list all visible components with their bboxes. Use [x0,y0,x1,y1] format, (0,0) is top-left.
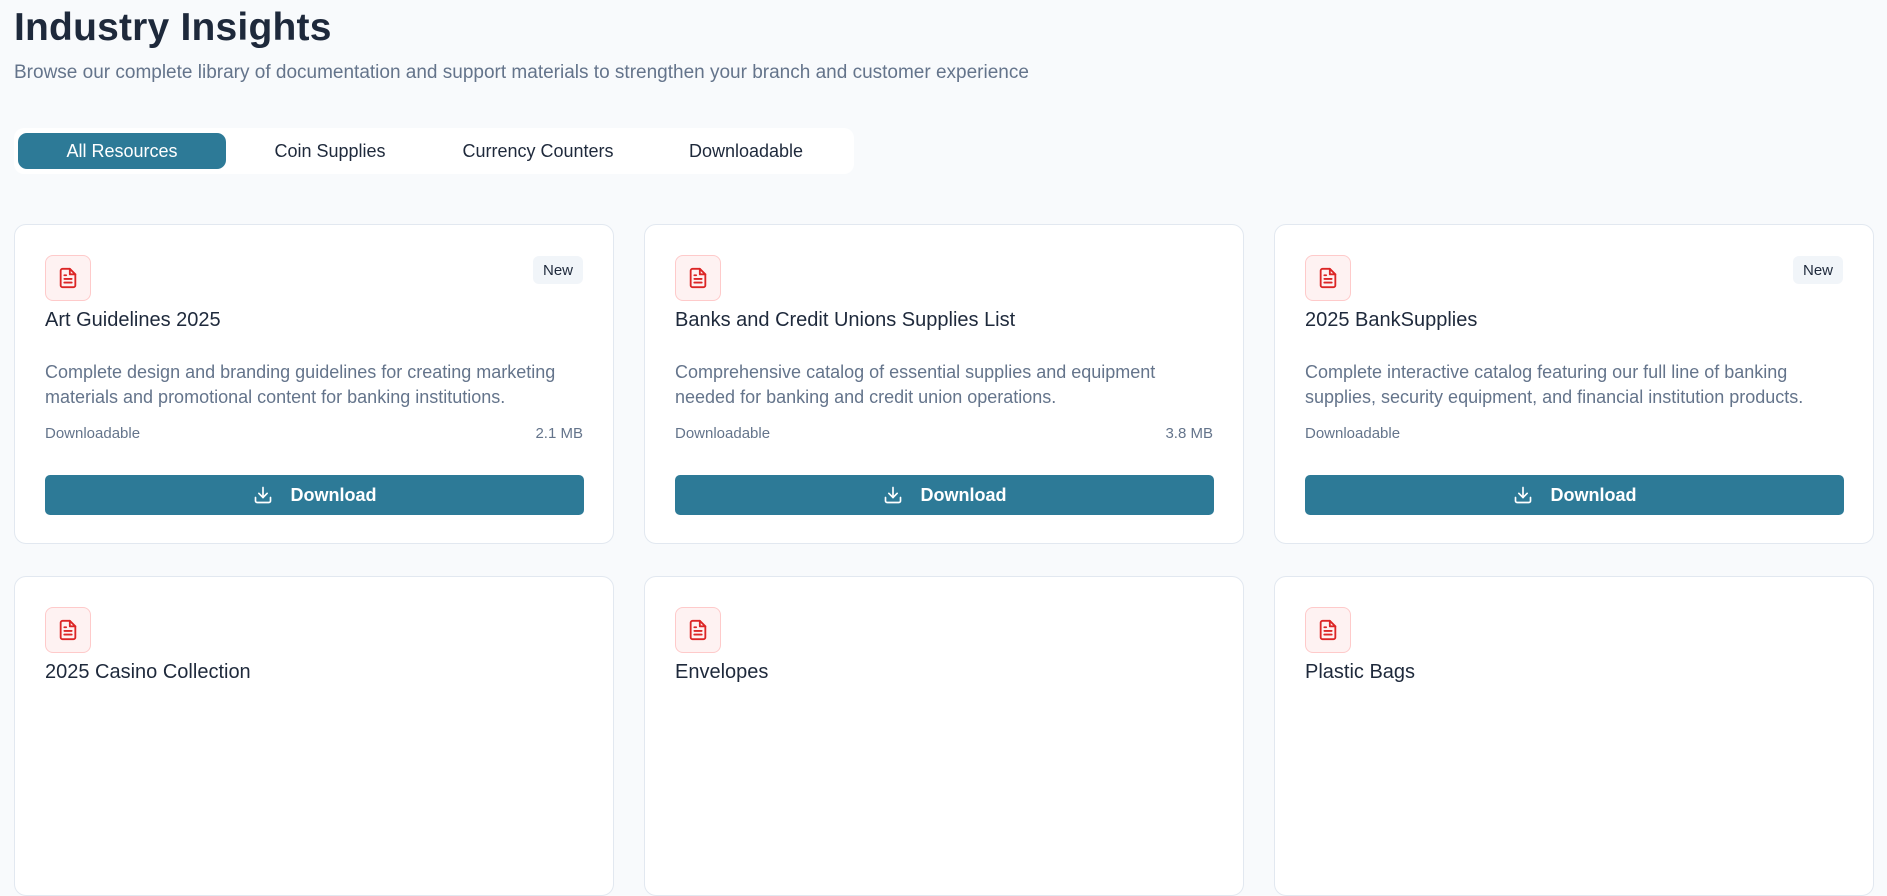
download-label: Download [920,484,1007,505]
download-label: Download [1550,484,1637,505]
tab-currency-counters[interactable]: Currency Counters [434,133,642,169]
download-icon [1513,485,1533,505]
new-badge: New [532,256,583,284]
download-button[interactable]: Download [1305,475,1844,515]
file-text-icon [45,255,91,301]
download-label: Download [290,484,377,505]
resource-card: New 2025 BankSupplies Complete interacti… [1274,224,1874,544]
new-badge: New [1792,256,1843,284]
resource-type: Downloadable [45,425,141,442]
file-text-icon [675,255,721,301]
card-description: Complete design and branding guidelines … [45,362,556,407]
card-title: Banks and Credit Unions Supplies List [675,309,1016,331]
file-size: 2.1 MB [535,425,583,442]
file-text-icon [1305,255,1351,301]
resource-card: Plastic Bags [1274,576,1874,896]
resource-card: 2025 Casino Collection [14,576,614,896]
card-title: Envelopes [675,661,769,683]
download-button[interactable]: Download [675,475,1214,515]
resource-type: Downloadable [675,425,771,442]
card-description: Complete interactive catalog featuring o… [1305,362,1804,407]
card-description: Comprehensive catalog of essential suppl… [675,362,1156,407]
resource-card: Envelopes [644,576,1244,896]
page-subtitle: Browse our complete library of documenta… [14,62,1029,83]
file-text-icon [45,607,91,653]
file-text-icon [675,607,721,653]
card-title: Plastic Bags [1305,661,1416,683]
download-icon [253,485,273,505]
filter-tabs: All Resources Coin Supplies Currency Cou… [14,128,854,174]
resource-card: Banks and Credit Unions Supplies List Co… [644,224,1244,544]
tab-all-resources[interactable]: All Resources [18,133,226,169]
resource-type: Downloadable [1305,425,1401,442]
download-button[interactable]: Download [45,475,584,515]
resource-card: New Art Guidelines 2025 Complete design … [14,224,614,544]
card-title: 2025 Casino Collection [45,661,251,683]
page-title: Industry Insights [14,6,332,49]
download-icon [883,485,903,505]
tab-downloadable[interactable]: Downloadable [642,133,850,169]
card-title: 2025 BankSupplies [1305,309,1478,331]
file-size: 3.8 MB [1165,425,1213,442]
tab-coin-supplies[interactable]: Coin Supplies [226,133,434,169]
card-title: Art Guidelines 2025 [45,309,221,331]
file-text-icon [1305,607,1351,653]
